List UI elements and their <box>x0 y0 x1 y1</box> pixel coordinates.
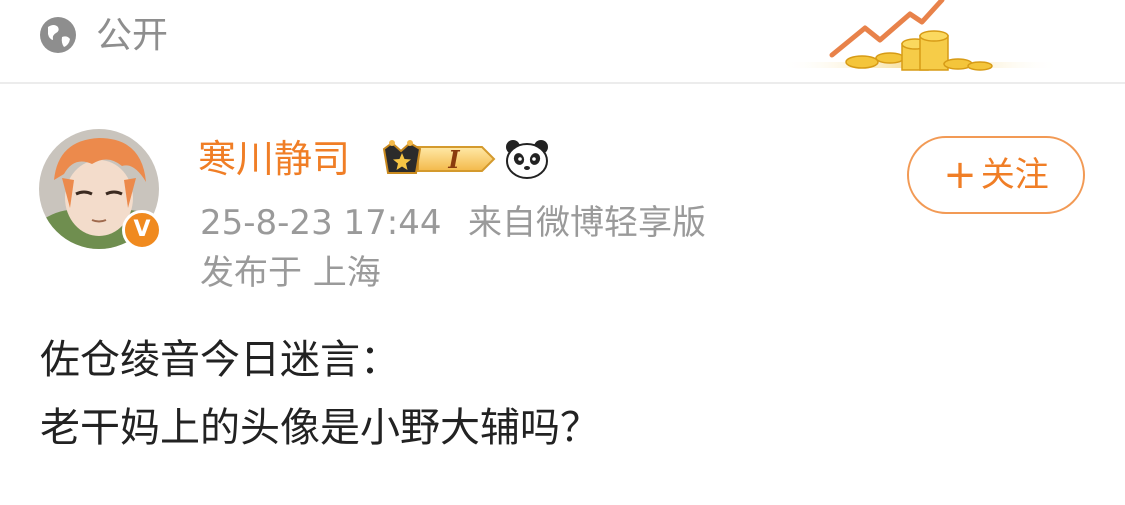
follow-label: 关注 <box>980 155 1049 195</box>
post-timestamp: 25-8-23 17:44 <box>200 203 442 243</box>
post-location: 发布于 上海 <box>200 253 381 293</box>
rising-chart-coins-icon <box>780 0 1060 71</box>
globe-icon <box>40 17 76 53</box>
visibility-label[interactable]: 公开 <box>96 12 168 60</box>
level-badge-text: I <box>447 145 460 174</box>
post-text-line-1: 佐仓绫音今日迷言： <box>40 337 400 383</box>
post-source[interactable]: 来自微博轻享版 <box>468 201 706 245</box>
header-divider <box>0 82 1125 84</box>
post-text-line-2: 老干妈上的头像是小野大辅吗？ <box>40 405 600 451</box>
panda-icon <box>506 140 548 179</box>
crown-level-icon[interactable]: I <box>382 139 496 179</box>
verified-badge: V <box>122 210 162 250</box>
top-bar: 公开 <box>0 0 1125 82</box>
author-name[interactable]: 寒川静司 <box>198 136 350 182</box>
plus-icon: + <box>943 152 977 198</box>
follow-button[interactable]: + 关注 <box>907 136 1085 214</box>
